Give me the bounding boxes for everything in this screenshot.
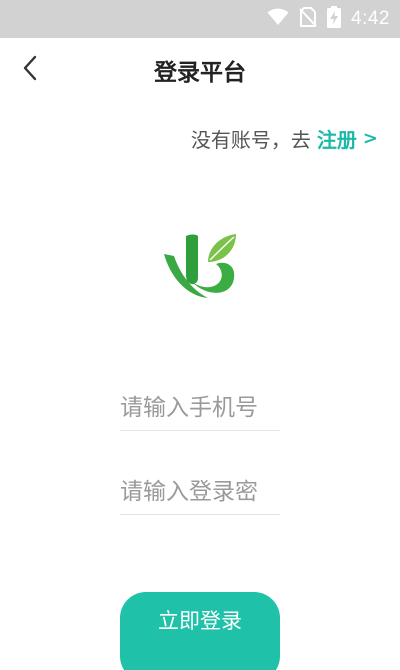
app-header: 登录平台 (0, 38, 400, 100)
battery-charging-icon (327, 6, 342, 32)
no-sim-icon (299, 7, 317, 31)
login-screen: 4:42 登录平台 没有账号，去 注册 > 请输入手机号 立即登录 (0, 0, 400, 670)
wifi-icon (267, 8, 289, 30)
brand-leaf-logo-icon (162, 228, 240, 306)
page-title: 登录平台 (154, 60, 246, 86)
password-field (120, 469, 280, 515)
login-button[interactable]: 立即登录 (120, 592, 280, 670)
register-prompt: 没有账号，去 注册 > (191, 124, 378, 153)
register-link[interactable]: 注册 (317, 124, 357, 153)
register-arrow[interactable]: > (363, 128, 378, 149)
password-input[interactable] (120, 469, 280, 514)
status-bar: 4:42 (0, 0, 400, 38)
register-prompt-text: 没有账号，去 (190, 128, 311, 152)
phone-input[interactable] (120, 385, 280, 430)
phone-field (120, 385, 280, 431)
status-icons: 4:42 (267, 0, 390, 38)
status-time: 4:42 (351, 8, 390, 29)
